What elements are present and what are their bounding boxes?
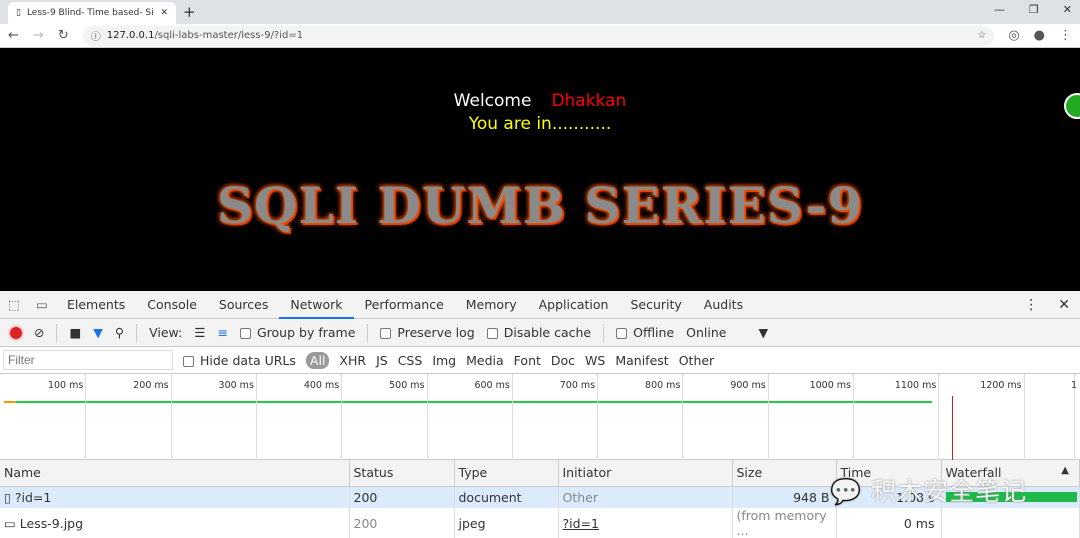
user-name: Dhakkan xyxy=(551,91,627,111)
menu-icon[interactable]: ⋮ xyxy=(1059,28,1072,43)
more-icon[interactable]: ⋮ xyxy=(1024,297,1038,313)
timeline-tick: 400 ms xyxy=(304,374,343,460)
col-status[interactable]: Status xyxy=(349,460,455,487)
series-logo: SQLI DUMB SERIES-9 xyxy=(216,176,864,235)
timeline-tick: 700 ms xyxy=(560,374,599,460)
back-icon[interactable]: ← xyxy=(8,28,19,43)
profile-icon[interactable]: ● xyxy=(1034,28,1045,43)
welcome-text: Welcome xyxy=(453,91,532,111)
overview-icon[interactable]: ≡ xyxy=(218,325,228,340)
chevron-down-icon: ▼ xyxy=(758,325,769,340)
hide-data-urls-checkbox[interactable]: Hide data URLs xyxy=(183,353,296,368)
extension-icon[interactable]: ◎ xyxy=(1008,28,1019,43)
tab-application[interactable]: Application xyxy=(528,291,620,319)
group-by-frame-checkbox[interactable]: Group by frame xyxy=(239,325,355,340)
page-icon: ▯ xyxy=(16,8,21,18)
type-filter-all[interactable]: All xyxy=(305,351,330,369)
col-name[interactable]: Name xyxy=(0,460,350,487)
timeline-bar xyxy=(4,401,932,403)
clear-icon[interactable]: ⊘ xyxy=(34,325,44,340)
inspect-icon[interactable]: ⬚ xyxy=(8,297,28,312)
table-row[interactable]: ▭ Less-9.jpg 200 jpeg ?id=1 (from memory … xyxy=(0,508,1080,538)
filter-icon[interactable]: ▼ xyxy=(93,325,103,340)
tab-network[interactable]: Network xyxy=(279,291,354,319)
tab-memory[interactable]: Memory xyxy=(455,291,528,319)
view-label: View: xyxy=(149,325,183,340)
col-size[interactable]: Size xyxy=(732,460,837,487)
devtools-tabs: ⬚ ▭ Elements Console Sources Network Perf… xyxy=(0,291,1080,319)
timeline-tick: 1100 ms xyxy=(895,374,940,460)
minimize-icon[interactable]: — xyxy=(994,3,1005,16)
wechat-icon: 💬 xyxy=(830,477,863,506)
url-input[interactable]: ⓘ 127.0.0.1/sqli-labs-master/less-9/?id=1… xyxy=(82,25,995,46)
page-content: Welcome Dhakkan You are in........... SQL… xyxy=(0,48,1080,291)
record-button[interactable] xyxy=(10,326,22,339)
timeline-tick: 500 ms xyxy=(389,374,428,460)
throttle-select[interactable]: Online ▼ xyxy=(686,325,768,340)
type-filter-manifest[interactable]: Manifest xyxy=(615,353,668,368)
timeline-tick: 1 xyxy=(1071,374,1077,460)
restore-icon[interactable]: ❐ xyxy=(1029,3,1039,16)
type-filter-xhr[interactable]: XHR xyxy=(339,353,366,368)
tab-bar: ▯ Less-9 Blind- Time based- Single Quotes… xyxy=(0,0,1080,24)
reload-icon[interactable]: ↻ xyxy=(58,28,69,43)
disable-cache-checkbox[interactable]: Disable cache xyxy=(486,325,591,340)
timeline-tick: 300 ms xyxy=(219,374,257,460)
network-toolbar: ⊘ ■ ▼ ⚲ View: ☰ ≡ Group by frame Preserve… xyxy=(0,319,1080,347)
load-event-marker xyxy=(952,396,953,460)
browser-tab[interactable]: ▯ Less-9 Blind- Time based- Single Quotes… xyxy=(8,2,176,24)
bookmark-star-icon[interactable]: ☆ xyxy=(977,30,986,41)
timeline-tick: 1200 ms xyxy=(980,374,1025,460)
document-icon: ▯ xyxy=(4,489,15,505)
timeline-tick: 800 ms xyxy=(645,374,684,460)
offline-checkbox[interactable]: Offline xyxy=(616,325,674,340)
timeline-tick: 100 ms xyxy=(48,374,87,460)
preserve-log-checkbox[interactable]: Preserve log xyxy=(380,325,475,340)
tab-audits[interactable]: Audits xyxy=(693,291,754,319)
device-toggle-icon[interactable]: ▭ xyxy=(36,297,56,312)
col-initiator[interactable]: Initiator xyxy=(558,460,733,487)
timeline-tick: 1000 ms xyxy=(810,374,854,460)
status-message: You are in........... xyxy=(468,114,612,134)
tab-console[interactable]: Console xyxy=(136,291,208,319)
close-tab-icon[interactable]: ✕ xyxy=(160,8,168,18)
col-type[interactable]: Type xyxy=(454,460,559,487)
timeline-overview[interactable]: 100 ms 200 ms 300 ms 400 ms 500 ms 600 ms 700 … xyxy=(0,374,1080,460)
type-filter-doc[interactable]: Doc xyxy=(551,353,575,368)
watermark: 💬 积木安全笔记 xyxy=(830,477,1028,506)
forward-icon[interactable]: → xyxy=(33,28,44,43)
close-devtools-icon[interactable]: ✕ xyxy=(1058,297,1070,313)
type-filter-css[interactable]: CSS xyxy=(398,353,423,368)
type-filter-js[interactable]: JS xyxy=(376,353,388,368)
new-tab-button[interactable]: + xyxy=(183,3,196,21)
initiator-link[interactable]: ?id=1 xyxy=(558,508,733,538)
filter-bar: Hide data URLs All XHR JS CSS Img Media … xyxy=(0,347,1080,374)
type-filter-other[interactable]: Other xyxy=(679,353,715,368)
type-filter-img[interactable]: Img xyxy=(432,353,456,368)
info-icon[interactable]: ⓘ xyxy=(91,28,101,43)
url-path: /sqli-labs-master/less-9/?id=1 xyxy=(154,30,304,41)
timeline-tick: 900 ms xyxy=(730,374,769,460)
type-filter-ws[interactable]: WS xyxy=(585,353,605,368)
screenshot-icon[interactable]: ■ xyxy=(69,325,81,340)
tab-security[interactable]: Security xyxy=(619,291,692,319)
url-host: 127.0.0.1 xyxy=(106,30,155,41)
filter-input[interactable] xyxy=(3,350,173,370)
close-window-icon[interactable]: ✕ xyxy=(1063,3,1072,16)
tab-elements[interactable]: Elements xyxy=(56,291,136,319)
address-bar-row: ← → ↻ ⓘ 127.0.0.1/sqli-labs-master/less-9/?… xyxy=(0,24,1080,48)
type-filter-font[interactable]: Font xyxy=(514,353,541,368)
search-icon[interactable]: ⚲ xyxy=(115,325,124,340)
large-rows-icon[interactable]: ☰ xyxy=(194,325,205,340)
timeline-tick: 600 ms xyxy=(474,374,513,460)
timeline-tick: 200 ms xyxy=(133,374,172,460)
tab-sources[interactable]: Sources xyxy=(208,291,279,319)
sort-up-icon: ▲ xyxy=(1061,465,1069,477)
type-filter-media[interactable]: Media xyxy=(466,353,504,368)
tab-title: Less-9 Blind- Time based- Single Quotes-… xyxy=(26,8,155,18)
timeline-bar-start xyxy=(4,401,16,403)
tab-performance[interactable]: Performance xyxy=(354,291,455,319)
image-icon: ▭ xyxy=(4,515,20,531)
